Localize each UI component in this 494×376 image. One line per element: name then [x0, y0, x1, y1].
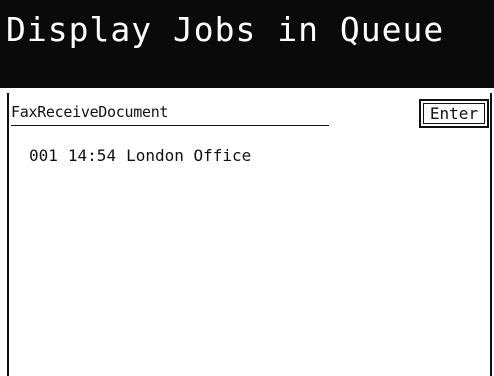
queue-panel: FaxReceiveDocument Enter 001 14:54 London …: [7, 93, 492, 376]
screen-title: Display Jobs in Queue: [6, 10, 445, 49]
enter-button[interactable]: Enter: [419, 99, 489, 128]
document-type-label: FaxReceiveDocument: [11, 101, 329, 126]
job-list-item[interactable]: 001 14:54 London Office: [29, 145, 251, 167]
job-destination: London Office: [126, 146, 252, 165]
job-number: 001: [29, 146, 58, 165]
job-list: 001 14:54 London Office: [29, 145, 251, 167]
job-time: 14:54: [67, 146, 117, 165]
title-bar: Display Jobs in Queue: [0, 0, 494, 88]
enter-button-label: Enter: [423, 103, 485, 124]
